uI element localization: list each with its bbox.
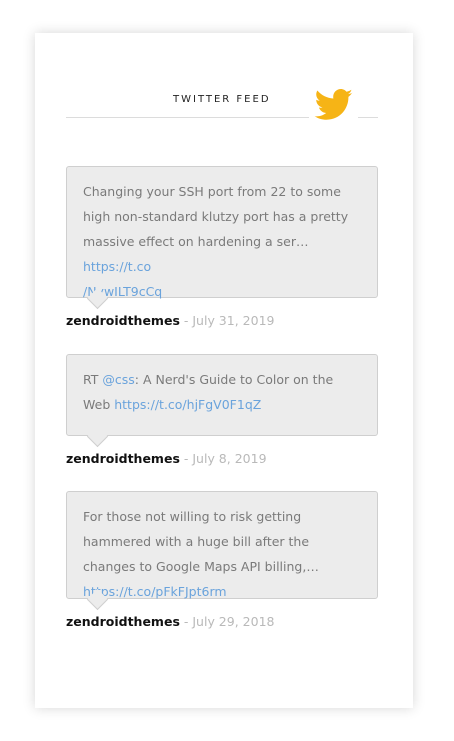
tweet-mention[interactable]: @css: [102, 372, 134, 387]
tweet-bubble: Changing your SSH port from 22 to some h…: [66, 166, 378, 299]
tweet-item: RT @css: A Nerd's Guide to Color on the …: [66, 354, 378, 466]
tweet-author[interactable]: zendroidthemes: [66, 451, 180, 466]
widget-header: TWITTER FEED: [66, 89, 378, 121]
header-divider: [66, 117, 309, 118]
tweet-text: For those not willing to risk getting ha…: [83, 509, 319, 574]
tweet-link[interactable]: https://t.co/NywILT9cCq: [83, 259, 162, 299]
tweet-date: July 29, 2018: [192, 614, 275, 629]
tweet-author[interactable]: zendroidthemes: [66, 614, 180, 629]
tweet-date: July 31, 2019: [192, 313, 275, 328]
twitter-bird-icon: [314, 89, 353, 120]
tweet-date: July 8, 2019: [192, 451, 267, 466]
tweet-separator: -: [179, 614, 193, 629]
header-divider: [358, 117, 378, 118]
tweet-meta: zendroidthemes - July 29, 2018: [66, 614, 378, 629]
tweet-author[interactable]: zendroidthemes: [66, 313, 180, 328]
tweet-prefix: RT: [83, 372, 103, 387]
tweet-item: For those not willing to risk getting ha…: [66, 491, 378, 629]
tweet-link[interactable]: https://t.co/hjFgV0F1qZ: [114, 397, 261, 412]
tweet-meta: zendroidthemes - July 8, 2019: [66, 451, 378, 466]
tweet-separator: -: [179, 451, 193, 466]
tweet-link[interactable]: https://t.co/pFkFJpt6rm: [83, 584, 227, 599]
tweet-item: Changing your SSH port from 22 to some h…: [66, 166, 378, 328]
tweet-bubble: RT @css: A Nerd's Guide to Color on the …: [66, 354, 378, 436]
twitter-feed-widget: TWITTER FEED Changing your SSH port from…: [35, 33, 413, 708]
tweet-meta: zendroidthemes - July 31, 2019: [66, 313, 378, 328]
tweet-text: Changing your SSH port from 22 to some h…: [83, 184, 349, 249]
tweet-bubble: For those not willing to risk getting ha…: [66, 491, 378, 599]
widget-title: TWITTER FEED: [173, 94, 271, 105]
tweet-separator: -: [179, 313, 193, 328]
